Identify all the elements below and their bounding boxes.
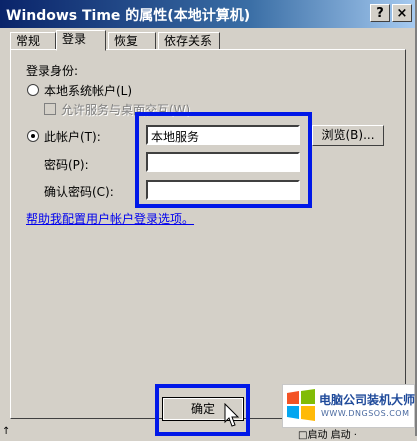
tab-dependencies[interactable]: 依存关系 xyxy=(158,32,220,50)
close-button[interactable]: × xyxy=(392,4,412,22)
confirm-password-label: 确认密码(C): xyxy=(44,185,114,199)
windows-logo-icon xyxy=(287,389,315,421)
background-text-right: □启动 启动 · xyxy=(298,430,357,441)
watermark-subtitle: WWW.DNGSOS.COM xyxy=(321,409,410,418)
logon-as-label: 登录身份: xyxy=(26,64,79,78)
mouse-cursor-icon xyxy=(224,403,240,427)
this-account-label[interactable]: 此帐户(T): xyxy=(44,128,101,145)
local-system-radio[interactable] xyxy=(27,84,39,96)
help-button[interactable]: ? xyxy=(370,4,390,22)
this-account-radio[interactable] xyxy=(27,130,39,142)
watermark-badge: 电脑公司装机大师 WWW.DNGSOS.COM xyxy=(282,384,415,428)
title-bar[interactable]: Windows Time 的属性(本地计算机) ? × xyxy=(0,0,415,28)
browse-button[interactable]: 浏览(B)... xyxy=(312,125,384,146)
tab-general[interactable]: 常规 xyxy=(10,32,56,50)
password-label: 密码(P): xyxy=(44,158,89,172)
properties-dialog: Windows Time 的属性(本地计算机) ? × 常规 登录 恢复 依存关… xyxy=(0,0,417,441)
background-text-left: ↑ xyxy=(2,426,11,437)
watermark-title: 电脑公司装机大师 xyxy=(319,393,416,407)
help-link[interactable]: 帮助我配置用户帐户登录选项。 xyxy=(26,210,194,227)
local-system-label[interactable]: 本地系统帐户(L) xyxy=(44,82,132,99)
tab-logon[interactable]: 登录 xyxy=(56,30,106,51)
highlight-box-account xyxy=(135,112,312,208)
tab-recovery[interactable]: 恢复 xyxy=(108,32,156,50)
allow-desktop-checkbox[interactable] xyxy=(44,103,56,115)
window-title: Windows Time 的属性(本地计算机) xyxy=(6,8,251,24)
